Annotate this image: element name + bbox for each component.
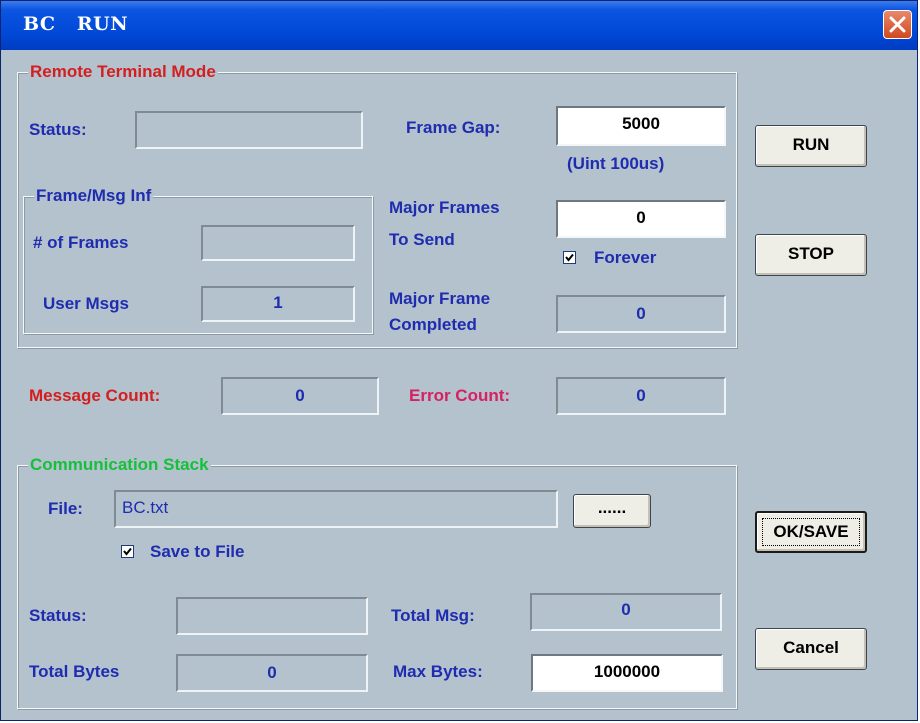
major-frames-label-2: To Send	[389, 230, 455, 249]
major-frame-completed-label-1: Major Frame	[389, 289, 491, 308]
frame-msg-legend: Frame/Msg Inf	[34, 186, 154, 206]
close-button[interactable]	[883, 10, 912, 39]
file-path-field[interactable]: BC.txt	[114, 490, 558, 528]
frames-field	[201, 225, 355, 261]
total-msg-label: Total Msg:	[391, 606, 475, 625]
file-label: File:	[48, 499, 83, 518]
total-msg-field: 0	[530, 593, 722, 631]
error-count-field: 0	[556, 377, 726, 415]
major-frames-input[interactable]: 0	[556, 200, 726, 238]
total-bytes-field: 0	[176, 654, 368, 692]
major-frame-completed-field: 0	[556, 295, 726, 333]
message-count-field: 0	[221, 377, 379, 415]
dialog-window: BC RUN Remote Terminal Mode Status: Fram…	[0, 0, 918, 721]
total-bytes-label: Total Bytes	[29, 662, 120, 681]
run-button[interactable]: RUN	[755, 125, 867, 167]
save-to-file-label[interactable]: Save to File	[150, 541, 244, 562]
frame-gap-unit: (Uint 100us)	[567, 154, 665, 173]
check-icon	[123, 547, 132, 556]
frame-gap-label: Frame Gap:	[406, 118, 501, 137]
ok-save-button[interactable]: OK/SAVE	[755, 511, 867, 553]
stop-button[interactable]: STOP	[755, 234, 867, 276]
browse-button[interactable]: ......	[573, 494, 651, 528]
user-msgs-label: User Msgs	[43, 294, 129, 313]
max-bytes-label: Max Bytes:	[393, 662, 483, 681]
cs-status-field	[176, 597, 368, 635]
user-msgs-field: 1	[201, 286, 355, 322]
check-icon	[565, 253, 574, 262]
major-frame-completed-label-2: Completed	[389, 315, 477, 334]
error-count-label: Error Count:	[409, 386, 511, 405]
remote-terminal-legend: Remote Terminal Mode	[28, 62, 218, 82]
rt-status-label: Status:	[29, 120, 87, 139]
title-bar[interactable]: BC RUN	[1, 1, 917, 50]
message-count-label: Message Count:	[29, 386, 161, 405]
frame-gap-input[interactable]: 5000	[556, 106, 726, 146]
frames-label: # of Frames	[33, 233, 129, 252]
close-icon	[889, 16, 906, 33]
rt-status-field	[135, 111, 363, 149]
communication-stack-legend: Communication Stack	[28, 455, 211, 475]
save-to-file-checkbox[interactable]	[121, 545, 134, 558]
forever-label[interactable]: Forever	[594, 247, 656, 268]
cancel-button[interactable]: Cancel	[755, 628, 867, 670]
forever-checkbox[interactable]	[563, 251, 576, 264]
major-frames-label-1: Major Frames	[389, 198, 500, 217]
max-bytes-input[interactable]: 1000000	[531, 654, 723, 692]
cs-status-label: Status:	[29, 606, 87, 625]
window-title: BC RUN	[23, 13, 129, 35]
